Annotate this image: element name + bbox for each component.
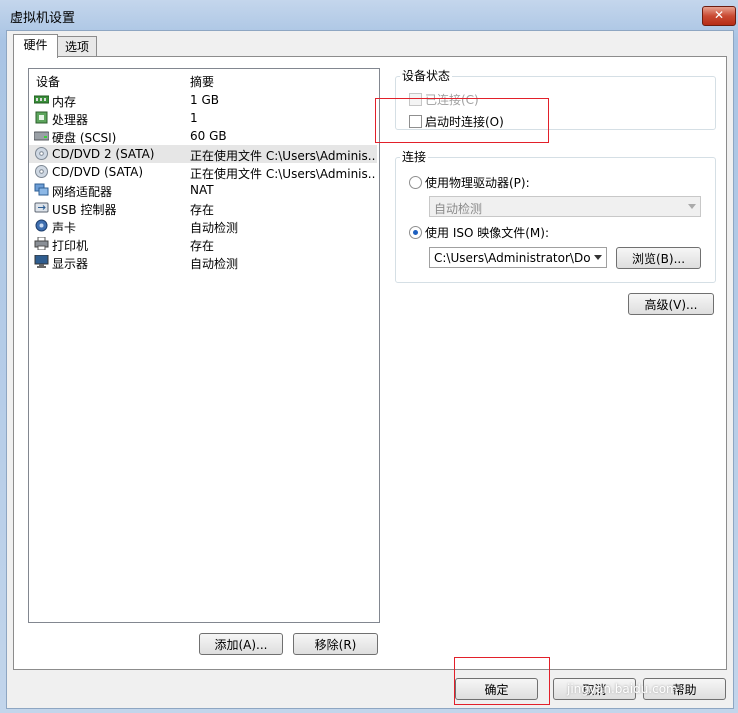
iso-image-label[interactable]: 使用 ISO 映像文件(M):: [425, 224, 549, 241]
device-summary: 1: [190, 111, 198, 125]
device-row-cd-dvd-2[interactable]: CD/DVD 2 (SATA) 正在使用文件 C:\Users\Adminis.…: [29, 145, 377, 163]
watermark: jingyan.baidu.com: [567, 682, 678, 696]
network-icon: [34, 183, 49, 196]
cd-icon: [35, 147, 48, 160]
device-name: 内存: [52, 95, 77, 109]
advanced-button[interactable]: 高级(V)...: [628, 293, 714, 315]
chevron-down-icon: [688, 204, 696, 209]
device-row-printer[interactable]: 打印机 存在: [29, 235, 377, 253]
tab-options[interactable]: 选项: [57, 36, 97, 57]
usb-icon: [34, 202, 49, 213]
monitor-icon: [34, 255, 49, 268]
physical-drive-radio[interactable]: [409, 176, 422, 189]
harddisk-icon: [34, 131, 49, 141]
device-status-title: 设备状态: [400, 67, 453, 84]
iso-image-radio[interactable]: [409, 226, 422, 239]
device-name: 处理器: [52, 113, 89, 127]
device-summary: 自动检测: [190, 221, 239, 235]
tab-hardware[interactable]: 硬件: [13, 34, 58, 58]
physical-drive-select[interactable]: 自动检测: [429, 196, 701, 217]
device-row-sound-card[interactable]: 声卡 自动检测: [29, 217, 377, 235]
column-header-summary[interactable]: 摘要: [190, 73, 214, 90]
close-button[interactable]: ✕: [702, 6, 736, 26]
cd-icon: [35, 165, 48, 178]
annotation-box-startup-connect: [375, 98, 549, 143]
browse-button[interactable]: 浏览(B)...: [616, 247, 701, 269]
device-row-processor[interactable]: 处理器 1: [29, 109, 377, 127]
annotation-box-ok: [454, 657, 550, 705]
device-list[interactable]: 设备 摘要 内存 1 GB 处理器 1 硬盘 (SCSI) 60 GB CD/D…: [28, 68, 380, 623]
title-bar: 虚拟机设置 ✕: [0, 0, 738, 30]
connection-group: 连接 使用物理驱动器(P): 自动检测 使用 ISO 映像文件(M): C:\U…: [395, 148, 716, 283]
device-summary: 1 GB: [190, 93, 219, 107]
device-row-memory[interactable]: 内存 1 GB: [29, 91, 377, 109]
device-summary: 存在: [190, 239, 215, 253]
device-summary: 60 GB: [190, 129, 227, 143]
device-summary: 自动检测: [190, 257, 239, 271]
printer-icon: [34, 237, 49, 250]
device-summary: NAT: [190, 183, 214, 197]
iso-path-combobox[interactable]: C:\Users\Administrator\Dow: [429, 247, 607, 268]
iso-path-value: C:\Users\Administrator\Dow: [434, 251, 590, 265]
device-row-cd-dvd[interactable]: CD/DVD (SATA) 正在使用文件 C:\Users\Adminis...: [29, 163, 377, 181]
window-title: 虚拟机设置: [10, 11, 76, 26]
physical-drive-label[interactable]: 使用物理驱动器(P):: [425, 174, 530, 191]
speaker-icon: [35, 219, 48, 232]
memory-icon: [34, 95, 49, 104]
device-name: USB 控制器: [52, 203, 117, 217]
device-name: CD/DVD (SATA): [52, 165, 144, 179]
device-row-usb-controller[interactable]: USB 控制器 存在: [29, 199, 377, 217]
device-summary: 正在使用文件 C:\Users\Adminis...: [190, 167, 376, 181]
device-row-harddisk[interactable]: 硬盘 (SCSI) 60 GB: [29, 127, 377, 145]
physical-drive-value: 自动检测: [434, 202, 483, 216]
device-name: CD/DVD 2 (SATA): [52, 147, 155, 161]
add-device-button[interactable]: 添加(A)...: [199, 633, 283, 655]
cpu-icon: [35, 111, 48, 124]
dialog-client: 硬件 选项 设备 摘要 内存 1 GB 处理器 1 硬盘 (SCSI) 60 G…: [6, 30, 734, 709]
column-header-device[interactable]: 设备: [36, 73, 60, 90]
device-name: 显示器: [52, 257, 89, 271]
device-name: 声卡: [52, 221, 77, 235]
connection-title: 连接: [400, 148, 429, 165]
device-list-header: 设备 摘要: [29, 69, 379, 89]
device-row-network-adapter[interactable]: 网络适配器 NAT: [29, 181, 377, 199]
vm-settings-window: 虚拟机设置 ✕ 硬件 选项 设备 摘要 内存 1 GB 处理器 1 硬盘 (SC…: [0, 0, 738, 713]
device-row-display[interactable]: 显示器 自动检测: [29, 253, 377, 271]
device-name: 打印机: [52, 239, 89, 253]
device-summary: 正在使用文件 C:\Users\Adminis...: [190, 149, 376, 163]
device-summary: 存在: [190, 203, 215, 217]
remove-device-button[interactable]: 移除(R): [293, 633, 378, 655]
chevron-down-icon: [594, 255, 602, 260]
hardware-panel: 设备 摘要 内存 1 GB 处理器 1 硬盘 (SCSI) 60 GB CD/D…: [13, 56, 727, 670]
device-name: 网络适配器: [52, 185, 113, 199]
device-name: 硬盘 (SCSI): [52, 131, 117, 145]
